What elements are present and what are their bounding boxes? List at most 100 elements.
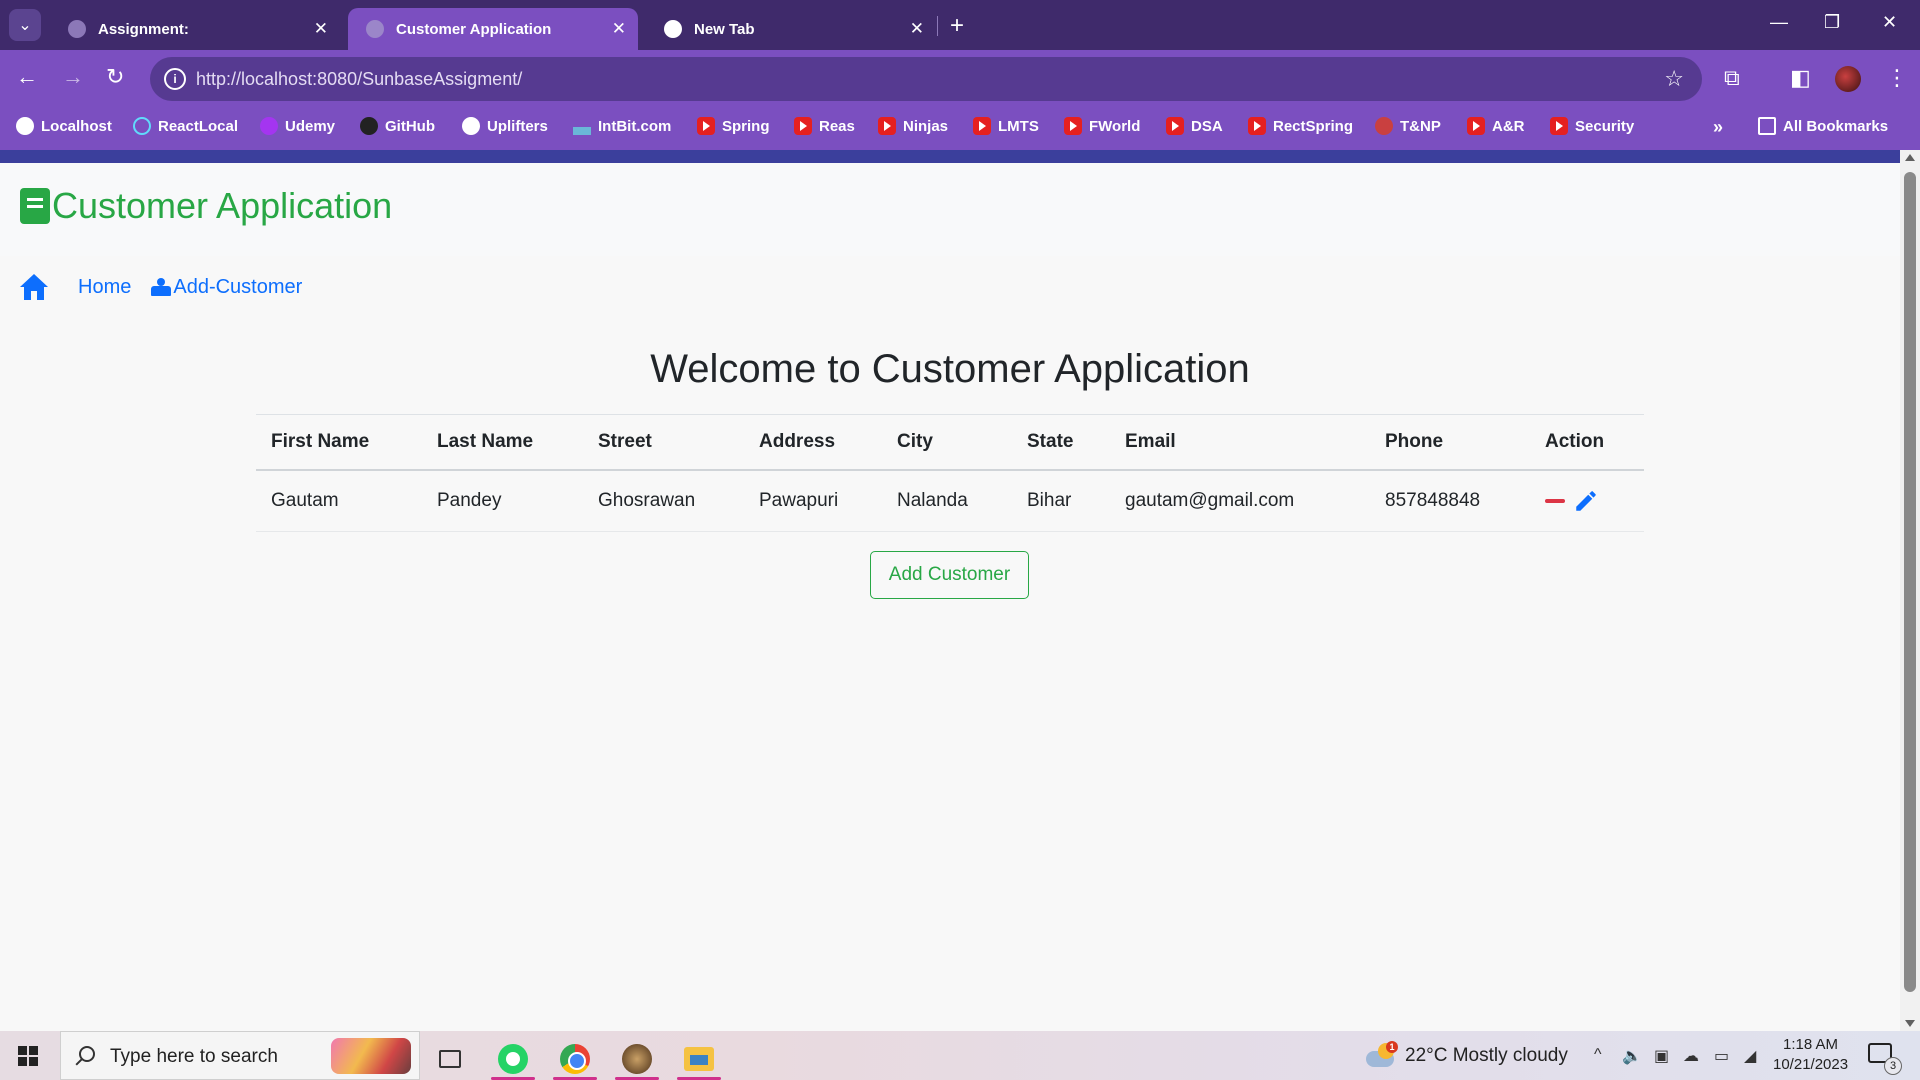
youtube-icon — [1166, 117, 1184, 135]
cell-street: Ghosrawan — [583, 470, 744, 532]
column-header: Address — [744, 414, 882, 471]
delete-minus-icon[interactable] — [1545, 499, 1565, 503]
tab-search-button[interactable]: ⌄ — [9, 9, 41, 41]
cell-last-name: Pandey — [422, 470, 583, 532]
home-link[interactable]: Home — [78, 276, 131, 299]
speaker-icon[interactable]: 🔈 — [1622, 1046, 1642, 1066]
game-icon — [622, 1043, 652, 1074]
back-arrow-icon[interactable]: ← — [16, 64, 38, 90]
whatsapp-app[interactable] — [488, 1037, 538, 1080]
bookmark-label: T&NP — [1400, 117, 1441, 135]
bookmark-rectspring[interactable]: RectSpring — [1248, 117, 1353, 135]
chevron-up-icon[interactable]: ^ — [1594, 1046, 1602, 1064]
restore-button[interactable]: ❐ — [1824, 12, 1840, 33]
add-customer-link[interactable]: Add-Customer — [173, 276, 302, 299]
bookmark-lmts[interactable]: LMTS — [973, 117, 1039, 135]
column-header: Street — [583, 414, 744, 471]
column-header: Phone — [1370, 414, 1530, 471]
tab-title: Customer Application — [396, 20, 552, 38]
page-viewport: Customer Application Home Add-Customer W… — [0, 163, 1900, 1031]
globe-icon — [68, 20, 86, 38]
game-app[interactable] — [612, 1037, 662, 1080]
chrome-app[interactable] — [550, 1037, 600, 1080]
udemy-icon — [260, 117, 278, 135]
system-clock[interactable]: 1:18 AM 10/21/2023 — [1773, 1035, 1848, 1075]
page-scrollbar[interactable] — [1900, 150, 1920, 1031]
scroll-thumb[interactable] — [1904, 172, 1916, 992]
bookmark-star-icon[interactable]: ☆ — [1664, 66, 1684, 92]
brand[interactable]: Customer Application — [20, 185, 392, 227]
scroll-down-icon[interactable] — [1905, 1020, 1915, 1027]
close-window-button[interactable]: ✕ — [1882, 12, 1897, 33]
bookmark-label: Localhost — [41, 117, 112, 135]
table-header-row: First Name Last Name Street Address City… — [256, 414, 1644, 471]
bookmark-spring[interactable]: Spring — [697, 117, 770, 135]
forward-arrow-icon[interactable]: → — [62, 64, 84, 90]
whatsapp-icon — [498, 1043, 528, 1074]
all-bookmarks[interactable]: All Bookmarks — [1758, 117, 1888, 135]
battery-icon[interactable]: ▭ — [1714, 1046, 1729, 1066]
bookmark-a-and-r[interactable]: A&R — [1467, 117, 1525, 135]
github-icon — [360, 117, 378, 135]
youtube-icon — [973, 117, 991, 135]
home-icon[interactable] — [20, 274, 48, 300]
page-top-strip — [0, 150, 1920, 163]
book-icon — [20, 188, 50, 224]
menu-icon[interactable]: ⋮ — [1886, 65, 1908, 91]
weather-alert-badge: 1 — [1386, 1041, 1398, 1053]
bookmark-label: Ninjas — [903, 117, 949, 135]
weather-widget[interactable]: 1 — [1364, 1041, 1398, 1069]
bookmark-reas[interactable]: Reas — [794, 117, 855, 135]
edit-pencil-icon[interactable] — [1573, 488, 1599, 514]
more-bookmarks-icon[interactable]: » — [1713, 117, 1723, 138]
cell-email: gautam@gmail.com — [1110, 470, 1370, 532]
close-icon[interactable]: ✕ — [314, 19, 328, 39]
close-icon[interactable]: ✕ — [612, 19, 626, 39]
bookmark-security[interactable]: Security — [1550, 117, 1634, 135]
profile-avatar[interactable] — [1835, 66, 1861, 92]
bookmark-github[interactable]: GitHub — [360, 117, 435, 135]
side-panel-icon[interactable]: ◧ — [1790, 65, 1811, 91]
bookmark-dsa[interactable]: DSA — [1166, 117, 1223, 135]
bookmark-localhost[interactable]: Localhost — [16, 117, 112, 135]
tab-assignment[interactable]: Assignment: ✕ — [50, 8, 340, 50]
url-text[interactable]: http://localhost:8080/SunbaseAssigment/ — [196, 69, 522, 90]
notification-center-icon[interactable]: 3 — [1868, 1043, 1902, 1075]
site-info-icon[interactable]: i — [164, 68, 186, 90]
page-title: Welcome to Customer Application — [650, 347, 1250, 391]
scroll-up-icon[interactable] — [1905, 154, 1915, 161]
youtube-icon — [1550, 117, 1568, 135]
reload-icon[interactable]: ↻ — [106, 64, 124, 90]
youtube-icon — [794, 117, 812, 135]
onedrive-icon[interactable]: ☁ — [1683, 1046, 1699, 1066]
bookmark-uplifters[interactable]: Uplifters — [462, 117, 548, 135]
bookmark-reactlocal[interactable]: ReactLocal — [133, 117, 238, 135]
bookmark-label: A&R — [1492, 117, 1525, 135]
bookmark-label: Udemy — [285, 117, 336, 135]
weather-text[interactable]: 22°C Mostly cloudy — [1405, 1045, 1568, 1067]
close-icon[interactable]: ✕ — [910, 19, 924, 39]
bookmark-intbit[interactable]: IntBit.com — [573, 117, 671, 135]
new-tab-button[interactable]: + — [950, 12, 964, 40]
bookmark-fworld[interactable]: FWorld — [1064, 117, 1140, 135]
column-header: Action — [1530, 414, 1644, 471]
tab-new-tab[interactable]: New Tab ✕ — [646, 8, 936, 50]
address-bar[interactable]: i http://localhost:8080/SunbaseAssigment… — [150, 57, 1702, 101]
bookmark-udemy[interactable]: Udemy — [260, 117, 335, 135]
task-view-button[interactable] — [425, 1037, 475, 1080]
bookmark-label: Security — [1575, 117, 1635, 135]
tab-customer-application[interactable]: Customer Application ✕ — [348, 8, 638, 50]
bookmark-label: Spring — [722, 117, 770, 135]
minimize-button[interactable]: — — [1770, 12, 1788, 33]
bookmark-ninjas[interactable]: Ninjas — [878, 117, 948, 135]
add-customer-button[interactable]: Add Customer — [870, 551, 1029, 599]
extensions-icon[interactable]: ⧉ — [1724, 65, 1740, 91]
file-explorer-app[interactable] — [674, 1037, 724, 1080]
bookmark-tnp[interactable]: T&NP — [1375, 117, 1441, 135]
windows-start-icon[interactable] — [18, 1046, 38, 1066]
meet-icon[interactable]: ▣ — [1654, 1046, 1669, 1066]
bookmarks-bar: Localhost ReactLocal Udemy GitHub Uplift… — [0, 108, 1920, 150]
clock-time: 1:18 AM — [1783, 1036, 1839, 1053]
wifi-icon[interactable]: ◢ — [1744, 1046, 1756, 1066]
taskbar-search[interactable]: Type here to search — [60, 1031, 420, 1080]
